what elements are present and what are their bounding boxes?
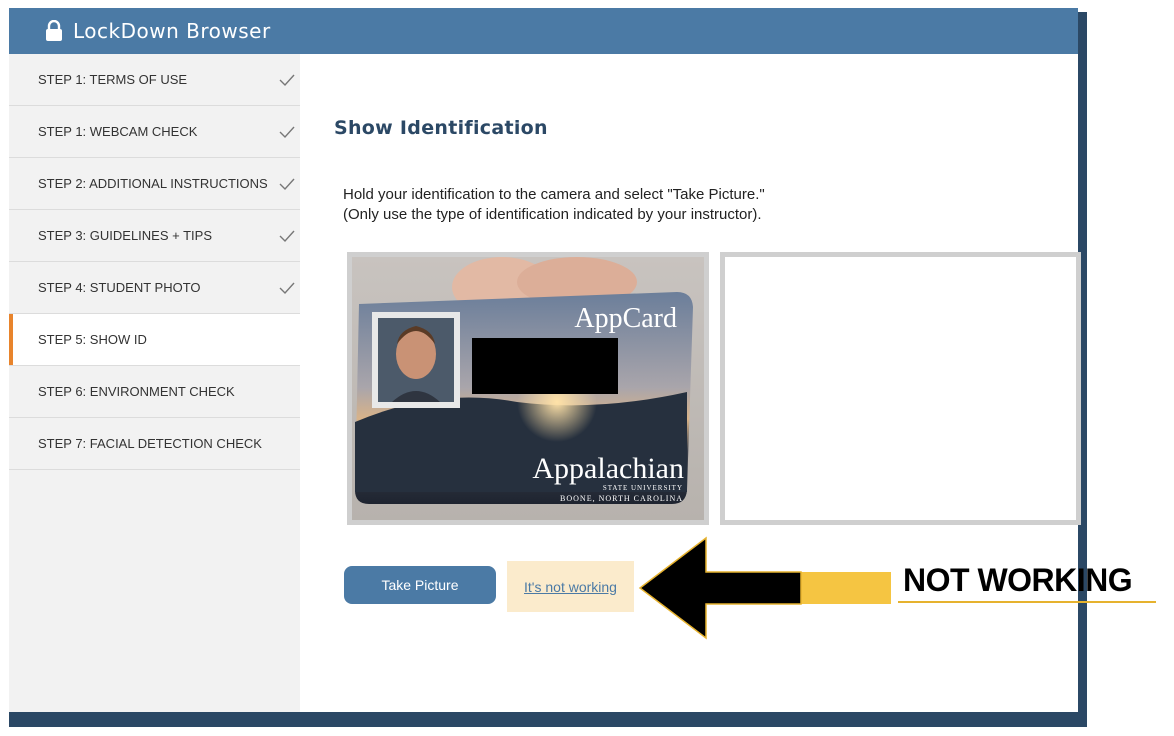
step-student-photo[interactable]: STEP 4: STUDENT PHOTO [9, 262, 300, 314]
step-terms-of-use[interactable]: STEP 1: TERMS OF USE [9, 54, 300, 106]
checkmark-icon [279, 178, 295, 191]
step-guidelines-tips[interactable]: STEP 3: GUIDELINES + TIPS [9, 210, 300, 262]
annotation-label: NOT WORKING [903, 562, 1133, 598]
step-additional-instructions[interactable]: STEP 2: ADDITIONAL INSTRUCTIONS [9, 158, 300, 210]
instructions-text: Hold your identification to the camera a… [343, 185, 765, 225]
instruction-line-2: (Only use the type of identification ind… [343, 206, 762, 223]
step-label: STEP 3: GUIDELINES + TIPS [38, 228, 213, 243]
step-facial-detection-check[interactable]: STEP 7: FACIAL DETECTION CHECK [9, 418, 300, 470]
its-not-working-link[interactable]: It's not working [524, 579, 617, 595]
card-brand: AppCard [574, 303, 677, 334]
card-location: BOONE, NORTH CAROLINA [560, 494, 683, 503]
step-environment-check[interactable]: STEP 6: ENVIRONMENT CHECK [9, 366, 300, 418]
redaction-block [472, 338, 618, 394]
annotation-underline [898, 601, 1156, 603]
step-label: STEP 7: FACIAL DETECTION CHECK [38, 436, 262, 451]
step-label: STEP 5: SHOW ID [38, 332, 147, 347]
lock-icon [46, 20, 62, 41]
step-label: STEP 6: ENVIRONMENT CHECK [38, 384, 235, 399]
step-show-id[interactable]: STEP 5: SHOW ID [9, 314, 300, 366]
steps-sidebar: STEP 1: TERMS OF USE STEP 1: WEBCAM CHEC… [9, 54, 300, 712]
take-picture-button[interactable]: Take Picture [344, 566, 496, 604]
title-bar: LockDown Browser [9, 8, 1078, 54]
checkmark-icon [279, 126, 295, 139]
webcam-preview: AppCard Appalachian STATE UNIVERSITY BOO… [347, 252, 709, 525]
card-university: Appalachian [532, 452, 684, 485]
card-university-sub: STATE UNIVERSITY [603, 484, 683, 492]
window-title: LockDown Browser [73, 19, 271, 43]
captured-photo-placeholder [720, 252, 1081, 525]
checkmark-icon [279, 74, 295, 87]
step-label: STEP 4: STUDENT PHOTO [38, 280, 201, 295]
step-label: STEP 2: ADDITIONAL INSTRUCTIONS [38, 176, 268, 191]
checkmark-icon [279, 282, 295, 295]
id-card-photo: AppCard Appalachian STATE UNIVERSITY BOO… [352, 257, 704, 520]
instruction-line-1: Hold your identification to the camera a… [343, 186, 765, 203]
checkmark-icon [279, 230, 295, 243]
not-working-highlight: It's not working [507, 561, 634, 612]
page-title: Show Identification [334, 117, 548, 139]
step-label: STEP 1: TERMS OF USE [38, 72, 188, 87]
captured-photo-area [725, 257, 1076, 520]
step-webcam-check[interactable]: STEP 1: WEBCAM CHECK [9, 106, 300, 158]
step-label: STEP 1: WEBCAM CHECK [38, 124, 198, 139]
